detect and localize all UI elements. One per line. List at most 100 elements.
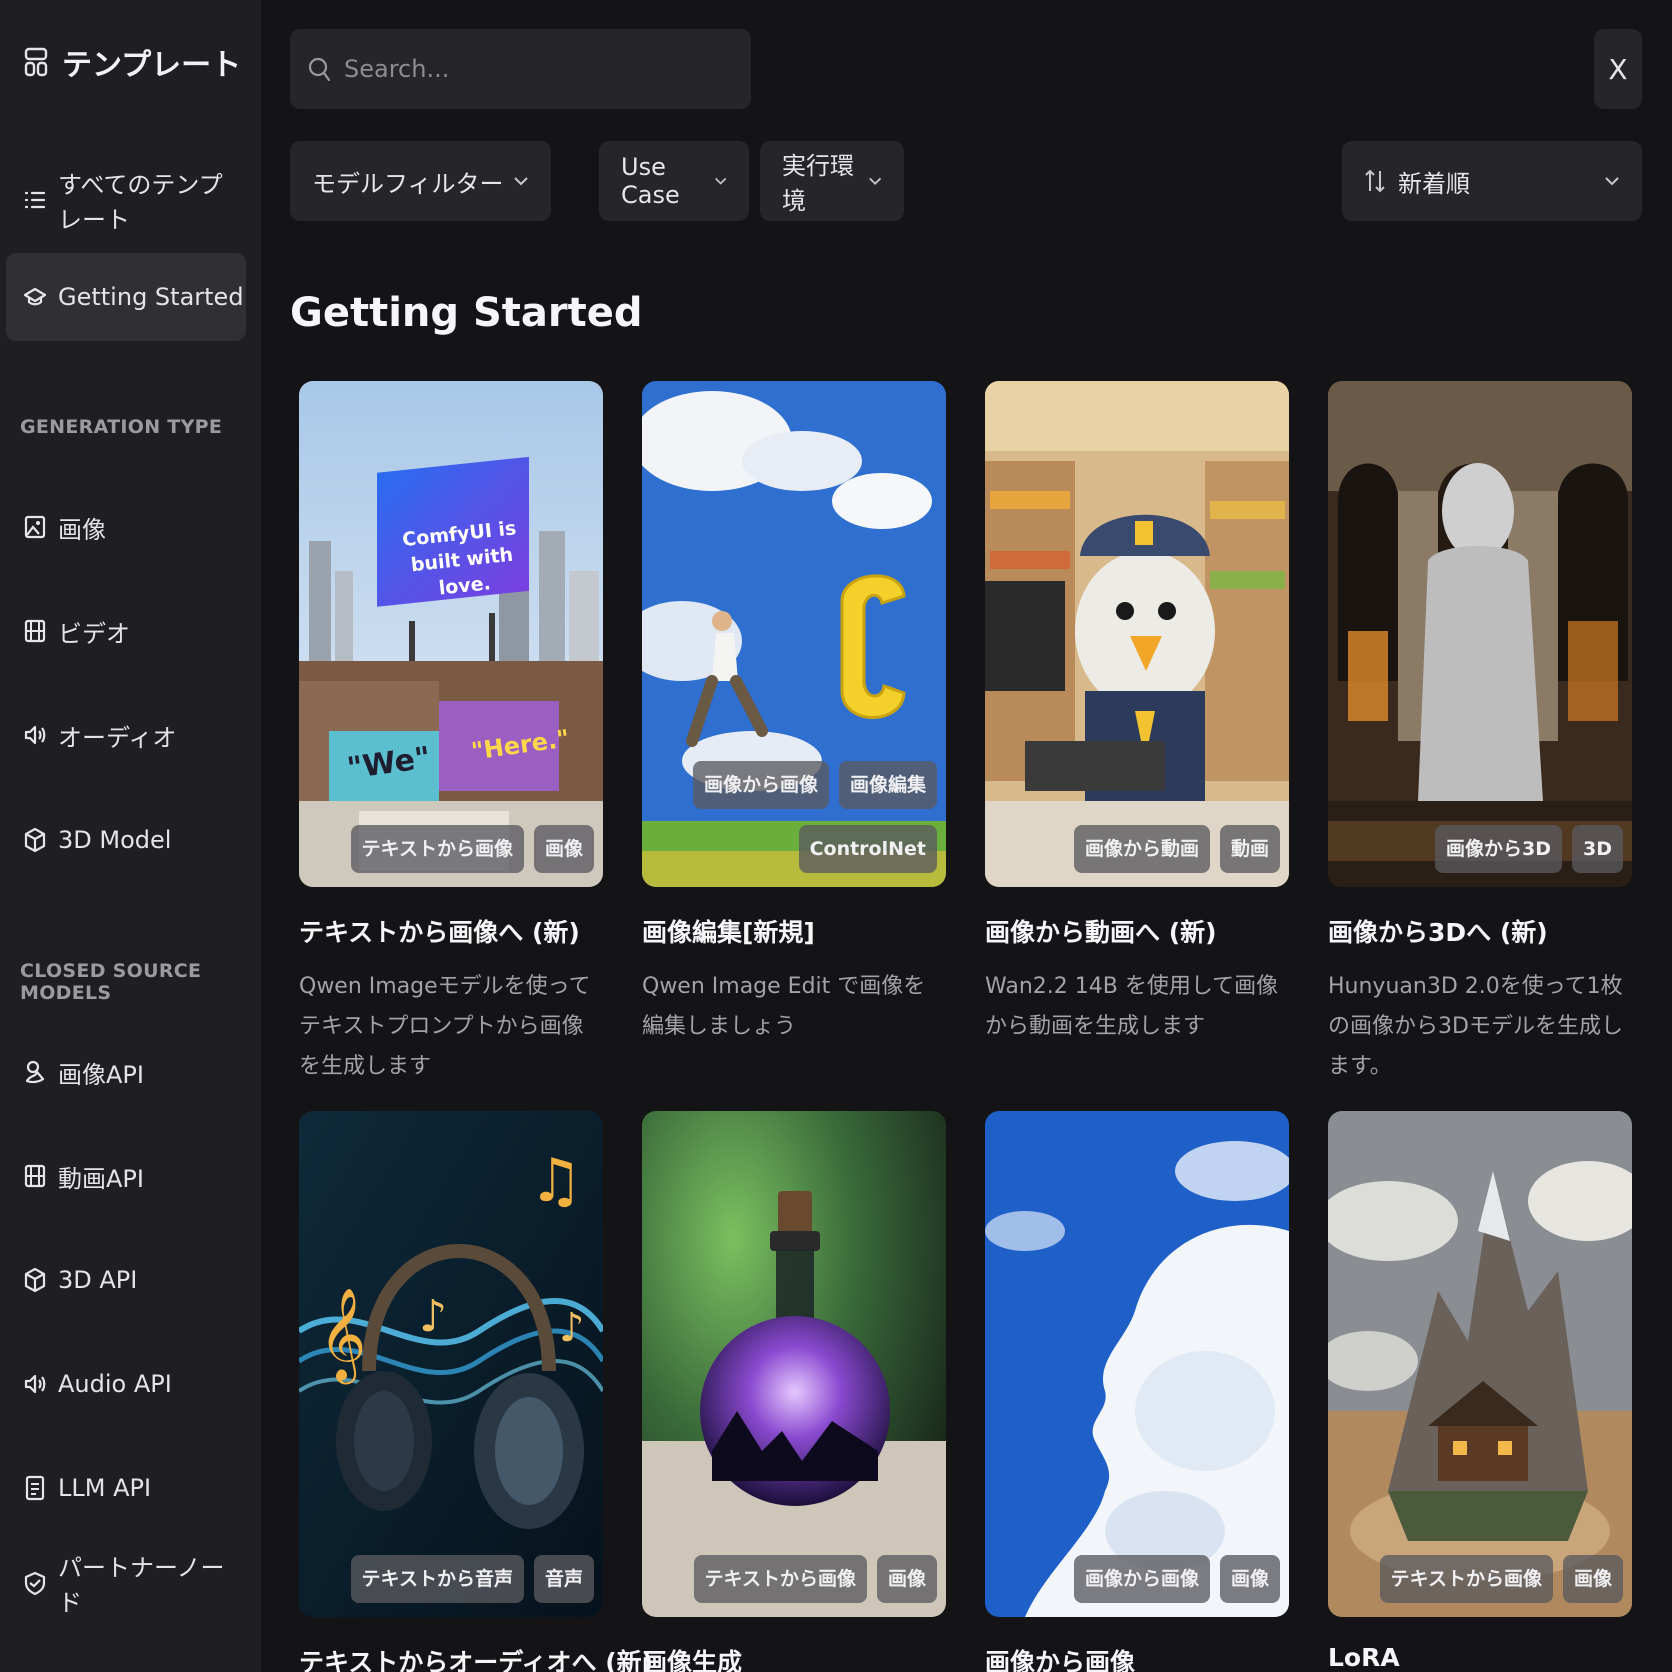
chevron-down-icon xyxy=(868,177,881,185)
sidebar-item-video-api[interactable]: 動画API xyxy=(6,1132,246,1220)
tag-group: テキストから画像 画像 xyxy=(693,1555,937,1603)
billboard-city-image xyxy=(299,381,603,887)
model-filter-dropdown[interactable]: モデルフィルター xyxy=(290,141,551,221)
search-input[interactable] xyxy=(344,55,724,83)
runtime-dropdown[interactable]: 実行環境 xyxy=(760,141,904,221)
page-title: Getting Started xyxy=(290,290,643,336)
sidebar-item-getting-started[interactable]: Getting Started xyxy=(6,253,246,341)
svg-text:𝄞: 𝄞 xyxy=(319,1287,366,1384)
sidebar-header: テンプレート xyxy=(24,40,241,84)
tag: 画像編集 xyxy=(838,761,937,809)
template-card[interactable]: 𝄞 ♫ ♪ ♪ テキストから音声 音声 テキストからオーディオへ (新) xyxy=(299,1111,654,1672)
tag-row: ControlNet xyxy=(798,825,937,873)
card-description: Wan2.2 14B を使用して画像から動画を生成します xyxy=(985,974,1279,1039)
sidebar-item-label: オーディオ xyxy=(58,723,177,752)
card-description: Qwen Imageモデルを使ってテキストプロンプトから画像を生成します xyxy=(299,974,591,1079)
sidebar-item-3d-api[interactable]: 3D API xyxy=(6,1236,246,1324)
template-card[interactable]: ComfyUI is built with love. "We" "Here."… xyxy=(299,381,603,1087)
tag-group: 画像から動画 動画 xyxy=(1073,825,1280,873)
galaxy-bottle-image xyxy=(642,1111,946,1617)
template-card[interactable]: 画像から3D 3D 画像から3Dへ (新) Hunyuan3D 2.0を使って1… xyxy=(1328,381,1632,1087)
svg-text:♪: ♪ xyxy=(419,1291,447,1342)
card-thumbnail[interactable]: テキストから画像 画像 xyxy=(1328,1111,1632,1617)
card-title: 画像から動画へ (新) xyxy=(985,918,1217,947)
close-button[interactable]: X xyxy=(1594,29,1642,109)
template-card[interactable]: 画像から動画 動画 画像から動画へ (新) Wan2.2 14B を使用して画像… xyxy=(985,381,1289,1047)
sidebar-item-audio[interactable]: オーディオ xyxy=(6,691,246,779)
tag: 3D xyxy=(1572,825,1623,873)
tag-row: テキストから音声 音声 xyxy=(350,1555,594,1603)
use-case-dropdown[interactable]: Use Case xyxy=(599,141,749,221)
headphones-music-image: 𝄞 ♫ ♪ ♪ xyxy=(299,1111,603,1617)
template-card[interactable]: テキストから画像 画像 LoRA xyxy=(1328,1111,1632,1672)
sidebar-item-3d-model[interactable]: 3D Model xyxy=(6,796,246,884)
sidebar-item-image[interactable]: 画像 xyxy=(6,483,246,571)
cloud-silhouette-image xyxy=(985,1111,1289,1617)
sort-label: 新着順 xyxy=(1398,169,1470,198)
card-title: LoRA xyxy=(1328,1643,1400,1672)
tag-row: テキストから画像 画像 xyxy=(1379,1555,1623,1603)
card-thumbnail[interactable]: 画像から3D 3D xyxy=(1328,381,1632,887)
card-thumbnail[interactable]: 画像から動画 動画 xyxy=(985,381,1289,887)
card-description: Qwen Image Edit で画像を編集しましょう xyxy=(642,974,926,1039)
tag: テキストから音声 xyxy=(350,1555,524,1603)
search-box[interactable] xyxy=(290,29,751,109)
tag: 画像 xyxy=(1219,1555,1280,1603)
card-thumbnail[interactable]: 画像から画像 画像編集 ControlNet xyxy=(642,381,946,887)
sidebar-item-label: Getting Started xyxy=(58,283,244,311)
tag: 画像 xyxy=(876,1555,937,1603)
speaker-icon xyxy=(24,1374,46,1394)
sidebar-item-video[interactable]: ビデオ xyxy=(6,587,246,675)
tag: ControlNet xyxy=(798,825,937,873)
tag-row: 画像から3D 3D xyxy=(1435,825,1623,873)
svg-text:♫: ♫ xyxy=(529,1146,583,1216)
template-card[interactable]: テキストから画像 画像 画像生成 xyxy=(642,1111,946,1672)
tag: テキストから画像 xyxy=(1379,1555,1553,1603)
main-content: X モデルフィルター Use Case 実行環境 新着順 Getting Sta… xyxy=(261,0,1672,1672)
tag: 画像から3D xyxy=(1435,825,1562,873)
card-title: 画像から画像 xyxy=(985,1648,1136,1672)
tag: 音声 xyxy=(533,1555,594,1603)
tag: 画像 xyxy=(533,825,594,873)
tag: 動画 xyxy=(1219,825,1280,873)
card-title: テキストから画像へ (新) xyxy=(299,918,580,947)
sidebar-item-label: 画像API xyxy=(58,1060,144,1089)
card-title: テキストからオーディオへ (新) xyxy=(299,1648,654,1672)
sidebar-item-llm-api[interactable]: LLM API xyxy=(6,1444,246,1532)
template-card[interactable]: 画像から画像 画像編集 ControlNet 画像編集[新規] Qwen Ima… xyxy=(642,381,946,1047)
image-icon xyxy=(24,515,46,539)
sidebar: テンプレート すべてのテンプレート Getting Started GENERA… xyxy=(0,0,261,1672)
card-thumbnail[interactable]: 𝄞 ♫ ♪ ♪ テキストから音声 音声 xyxy=(299,1111,603,1617)
tag-row: 画像から動画 動画 xyxy=(1073,825,1280,873)
sort-dropdown[interactable]: 新着順 xyxy=(1342,141,1642,221)
statue-arches-image xyxy=(1328,381,1632,887)
card-thumbnail[interactable]: テキストから画像 画像 xyxy=(642,1111,946,1617)
svg-text:♪: ♪ xyxy=(559,1305,585,1351)
search-icon xyxy=(308,57,331,82)
tag-row: 画像から画像 画像 xyxy=(1073,1555,1280,1603)
sidebar-item-audio-api[interactable]: Audio API xyxy=(6,1340,246,1428)
sidebar-item-all-templates[interactable]: すべてのテンプレート xyxy=(6,156,246,244)
sidebar-item-label: すべてのテンプレート xyxy=(58,171,223,234)
plush-cashier-image xyxy=(985,381,1289,887)
tag-group: 画像から3D 3D xyxy=(1435,825,1623,873)
sidebar-item-label: 3D API xyxy=(58,1266,138,1294)
sidebar-item-partner-nodes[interactable]: パートナーノード xyxy=(6,1539,246,1627)
sidebar-item-label: 画像 xyxy=(58,515,106,544)
film-icon xyxy=(24,1164,46,1188)
speaker-icon xyxy=(24,725,46,745)
card-thumbnail[interactable]: ComfyUI is built with love. "We" "Here."… xyxy=(299,381,603,887)
sort-control: 新着順 xyxy=(1364,164,1470,199)
tag-group: テキストから画像 画像 xyxy=(1379,1555,1623,1603)
tag: 画像から動画 xyxy=(1073,825,1210,873)
card-thumbnail[interactable]: 画像から画像 画像 xyxy=(985,1111,1289,1617)
sidebar-item-image-api[interactable]: 画像API xyxy=(6,1028,246,1116)
chevron-down-icon xyxy=(514,177,528,186)
card-title: 画像編集[新規] xyxy=(642,918,815,947)
chevron-down-icon xyxy=(1605,177,1619,186)
card-description: Hunyuan3D 2.0を使って1枚の画像から3Dモデルを生成します。 xyxy=(1328,974,1623,1079)
tag: テキストから画像 xyxy=(350,825,524,873)
template-card[interactable]: 画像から画像 画像 画像から画像 xyxy=(985,1111,1289,1672)
document-icon xyxy=(25,1475,45,1501)
tag-group: テキストから音声 音声 xyxy=(350,1555,594,1603)
